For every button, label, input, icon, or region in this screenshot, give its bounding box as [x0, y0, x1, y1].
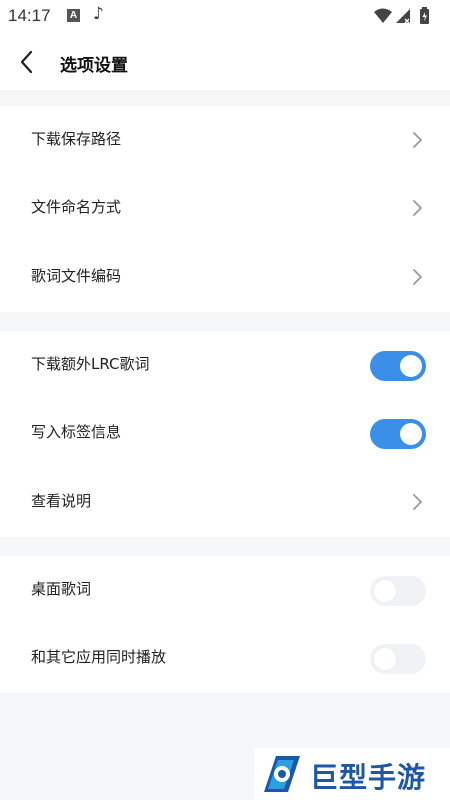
settings-row-desktop-lyrics[interactable]: 桌面歌词 — [0, 556, 450, 624]
chevron-right-icon — [413, 269, 422, 285]
row-label: 查看说明 — [31, 492, 92, 510]
settings-group-storage: 下载保存路径 文件命名方式 歌词文件编码 — [0, 106, 450, 312]
status-bar: 14:17 A ♪ — [0, 0, 450, 34]
a-badge-icon: A — [67, 9, 80, 22]
row-label: 下载额外LRC歌词 — [31, 355, 150, 373]
chevron-left-icon — [20, 50, 33, 74]
row-label: 下载保存路径 — [31, 130, 122, 148]
settings-row-play-with-other-apps[interactable]: 和其它应用同时播放 — [0, 624, 450, 692]
wifi-icon — [374, 8, 392, 23]
status-icons — [372, 6, 442, 26]
toggle-knob — [374, 580, 396, 602]
row-label: 桌面歌词 — [31, 580, 92, 598]
status-time: 14:17 — [8, 6, 51, 25]
battery-icon — [420, 7, 429, 24]
page-title: 选项设置 — [60, 56, 128, 76]
desktop-lyrics-toggle[interactable] — [370, 576, 426, 606]
row-label: 歌词文件编码 — [31, 267, 122, 285]
top-app-bar: 选项设置 — [0, 34, 450, 90]
play-with-other-apps-toggle[interactable] — [370, 644, 426, 674]
site-watermark: 巨型手游网 — [254, 748, 450, 800]
write-tags-toggle[interactable] — [370, 419, 426, 449]
toggle-knob — [400, 355, 422, 377]
row-label: 和其它应用同时播放 — [31, 648, 167, 666]
chevron-right-icon — [413, 132, 422, 148]
settings-row-download-path[interactable]: 下载保存路径 — [0, 106, 450, 174]
settings-group-playback: 桌面歌词 和其它应用同时播放 — [0, 556, 450, 693]
toggle-knob — [400, 423, 422, 445]
settings-row-file-naming[interactable]: 文件命名方式 — [0, 174, 450, 242]
toggle-knob — [374, 648, 396, 670]
settings-row-write-tags[interactable]: 写入标签信息 — [0, 399, 450, 467]
settings-group-download: 下载额外LRC歌词 写入标签信息 查看说明 — [0, 331, 450, 537]
row-label: 写入标签信息 — [31, 423, 122, 441]
chevron-right-icon — [413, 200, 422, 216]
back-button[interactable] — [12, 47, 42, 77]
watermark-text: 巨型手游网 — [310, 761, 427, 794]
chevron-right-icon — [413, 494, 422, 510]
settings-row-view-instructions[interactable]: 查看说明 — [0, 468, 450, 536]
watermark-logo-icon — [264, 756, 300, 792]
settings-row-lyrics-encoding[interactable]: 歌词文件编码 — [0, 243, 450, 311]
row-label: 文件命名方式 — [31, 198, 122, 216]
extra-lrc-toggle[interactable] — [370, 351, 426, 381]
settings-row-extra-lrc[interactable]: 下载额外LRC歌词 — [0, 331, 450, 399]
music-note-icon: ♪ — [93, 4, 104, 24]
signal-icon — [396, 9, 410, 24]
